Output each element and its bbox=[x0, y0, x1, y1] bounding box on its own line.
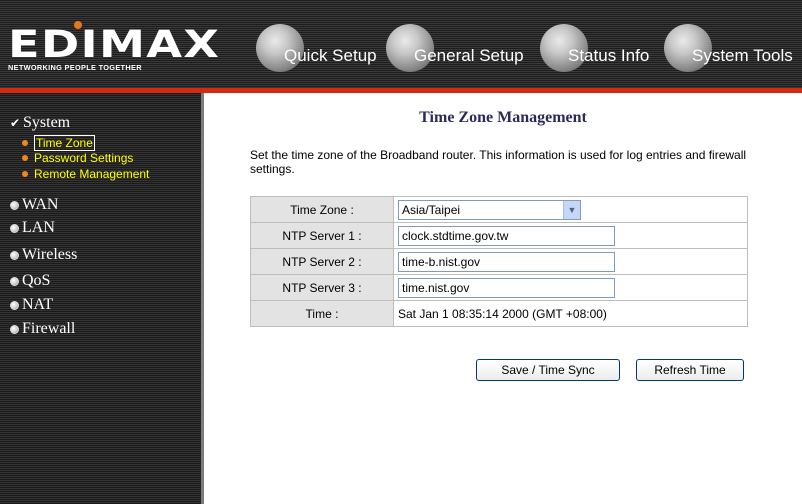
save-time-sync-button[interactable]: Save / Time Sync bbox=[476, 359, 620, 381]
chevron-down-icon[interactable]: ▼ bbox=[563, 200, 580, 219]
bullet-icon bbox=[10, 324, 19, 334]
sidebar-item-nat-label: NAT bbox=[22, 296, 54, 313]
sidebar-subitem-password-settings[interactable]: Password Settings bbox=[22, 151, 133, 165]
nav-status-info-label: Status Info bbox=[568, 46, 650, 65]
bullet-icon bbox=[10, 200, 19, 210]
logo-tagline: NETWORKING PEOPLE TOGETHER bbox=[8, 65, 142, 72]
ntp-server-1-input[interactable] bbox=[398, 225, 615, 246]
sidebar-item-system[interactable]: ✔ System bbox=[10, 114, 70, 132]
time-zone-label: Time Zone : bbox=[250, 196, 394, 223]
ntp-server-2-input[interactable] bbox=[398, 251, 615, 272]
sidebar-divider bbox=[201, 93, 204, 504]
ntp-server-1-label: NTP Server 1 : bbox=[250, 222, 394, 249]
bullet-icon bbox=[22, 140, 28, 146]
bullet-icon bbox=[10, 223, 19, 233]
nav-general-setup[interactable]: General Setup bbox=[386, 24, 524, 72]
nav-general-setup-label: General Setup bbox=[414, 46, 524, 65]
sidebar-subitem-password-settings-label: Password Settings bbox=[34, 151, 134, 165]
table-row: Time Zone : Asia/Taipei ▼ bbox=[250, 196, 748, 223]
nav-system-tools[interactable]: System Tools bbox=[664, 24, 793, 72]
sidebar-item-firewall-label: Firewall bbox=[22, 320, 76, 337]
sidebar-item-wireless[interactable]: Wireless bbox=[10, 246, 77, 264]
nav-quick-setup-label: Quick Setup bbox=[284, 46, 377, 65]
header-banner: EDIMAX NETWORKING PEOPLE TOGETHER Quick … bbox=[0, 0, 802, 88]
table-row: NTP Server 1 : bbox=[250, 222, 748, 249]
bullet-icon bbox=[10, 250, 19, 260]
sidebar-subitem-remote-management[interactable]: Remote Management bbox=[22, 167, 149, 181]
nav-system-tools-label: System Tools bbox=[692, 46, 793, 65]
page-title: Time Zone Management bbox=[419, 109, 587, 126]
sidebar-subitem-remote-management-label: Remote Management bbox=[34, 167, 150, 181]
bullet-icon bbox=[10, 300, 19, 310]
sidebar-item-wan[interactable]: WAN bbox=[10, 196, 58, 214]
ntp-server-2-label: NTP Server 2 : bbox=[250, 248, 394, 275]
sidebar-subitem-time-zone-label: Time Zone bbox=[34, 135, 95, 151]
edimax-logo: EDIMAX NETWORKING PEOPLE TOGETHER bbox=[8, 21, 219, 72]
time-zone-select[interactable]: Asia/Taipei ▼ bbox=[398, 199, 581, 220]
sidebar-item-lan-label: LAN bbox=[22, 219, 55, 236]
sidebar-item-firewall[interactable]: Firewall bbox=[10, 320, 75, 338]
nav-status-info[interactable]: Status Info bbox=[540, 24, 649, 72]
sidebar-item-lan[interactable]: LAN bbox=[10, 219, 55, 237]
sidebar-item-qos[interactable]: QoS bbox=[10, 272, 50, 290]
sidebar-subitem-time-zone[interactable]: Time Zone bbox=[22, 135, 95, 151]
table-row: Time : Sat Jan 1 08:35:14 2000 (GMT +08:… bbox=[250, 300, 748, 327]
nav-quick-setup[interactable]: Quick Setup bbox=[256, 24, 377, 72]
sidebar-item-qos-label: QoS bbox=[22, 272, 51, 289]
sidebar-item-wireless-label: Wireless bbox=[22, 246, 78, 263]
ntp-server-3-label: NTP Server 3 : bbox=[250, 274, 394, 301]
page-description: Set the time zone of the Broadband route… bbox=[250, 148, 747, 176]
logo-text: EDIMAX bbox=[8, 23, 221, 66]
refresh-time-button[interactable]: Refresh Time bbox=[636, 359, 744, 381]
current-time-value: Sat Jan 1 08:35:14 2000 (GMT +08:00) bbox=[393, 300, 748, 327]
time-label: Time : bbox=[250, 300, 394, 327]
time-zone-settings-table: Time Zone : Asia/Taipei ▼ NTP Server 1 :… bbox=[250, 196, 748, 327]
bullet-icon bbox=[10, 276, 19, 286]
sidebar-item-system-label: System bbox=[23, 114, 71, 131]
time-zone-selected-value: Asia/Taipei bbox=[402, 202, 461, 217]
check-icon: ✔ bbox=[10, 116, 21, 130]
sidebar-item-nat[interactable]: NAT bbox=[10, 296, 53, 314]
table-row: NTP Server 2 : bbox=[250, 248, 748, 275]
bullet-icon bbox=[22, 171, 28, 177]
bullet-icon bbox=[22, 155, 28, 161]
sidebar-item-wan-label: WAN bbox=[22, 196, 59, 213]
table-row: NTP Server 3 : bbox=[250, 274, 748, 301]
ntp-server-3-input[interactable] bbox=[398, 277, 615, 298]
